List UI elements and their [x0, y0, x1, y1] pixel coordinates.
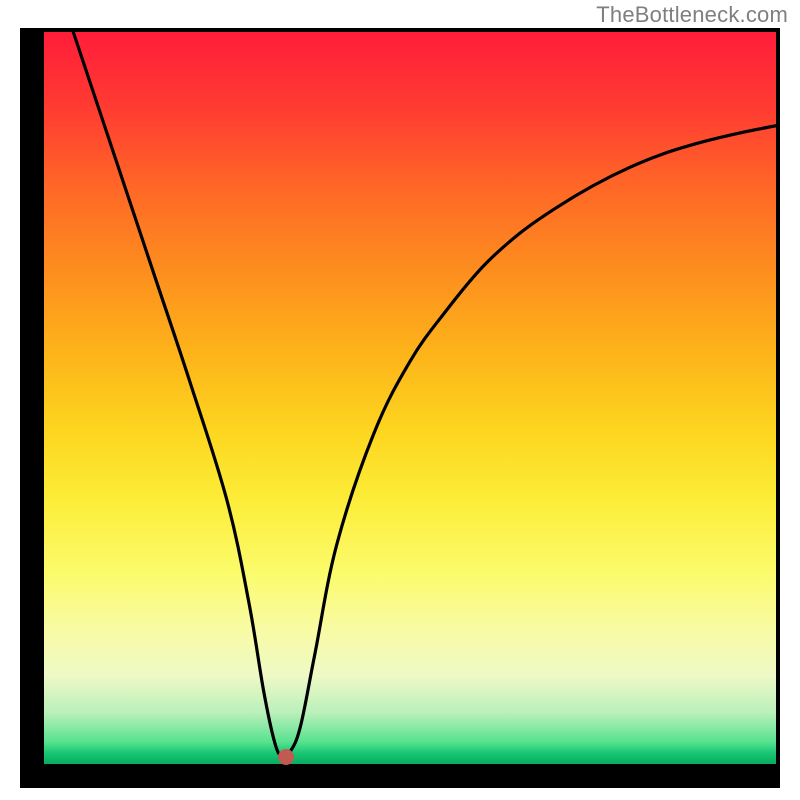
chart-container: TheBottleneck.com — [0, 0, 800, 800]
watermark-text: TheBottleneck.com — [596, 2, 788, 28]
chart-frame — [20, 28, 780, 788]
bottleneck-curve-path — [73, 32, 776, 758]
plot-area — [44, 32, 776, 764]
minimum-marker-icon — [278, 749, 294, 765]
curve-svg — [44, 32, 776, 764]
